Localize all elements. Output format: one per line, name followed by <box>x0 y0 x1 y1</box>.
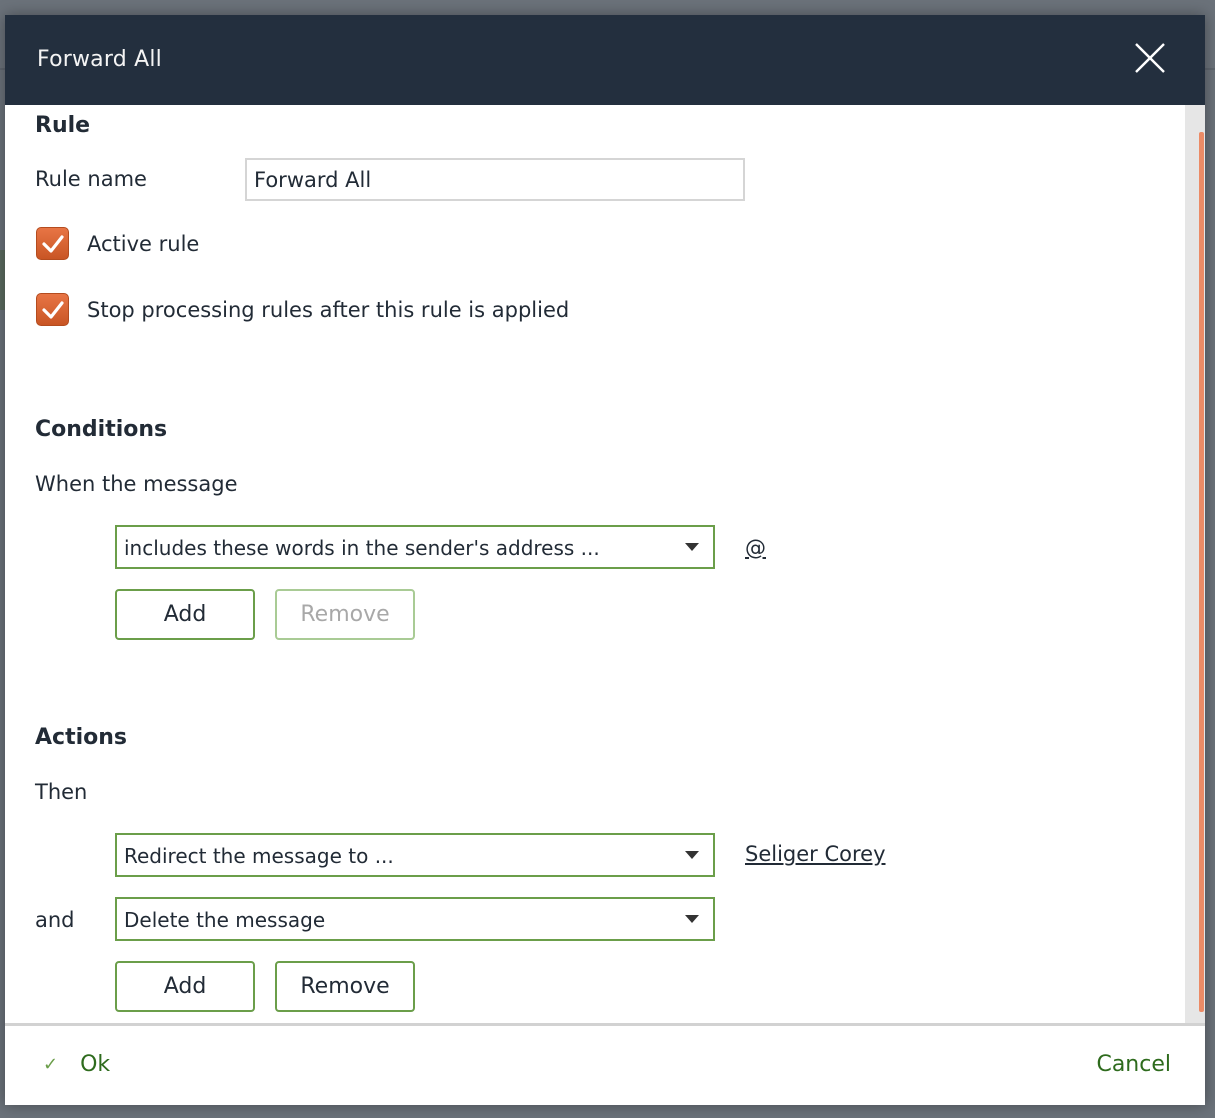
ok-button[interactable]: ✓ Ok <box>43 1052 110 1077</box>
dialog-header: Forward All <box>5 15 1205 105</box>
checkmark-icon <box>42 235 64 253</box>
stop-processing-label: Stop processing rules after this rule is… <box>87 298 570 322</box>
condition-remove-button[interactable]: Remove <box>275 589 415 640</box>
scrollbar-thumb[interactable] <box>1199 132 1204 1012</box>
actions-heading: Actions <box>35 725 127 750</box>
dialog-body: Rule Rule name Active rule Stop processi… <box>5 105 1205 1023</box>
action-select-value: Redirect the message to ... <box>124 844 394 868</box>
action-select-redirect[interactable]: Redirect the message to ... <box>115 833 715 877</box>
check-icon: ✓ <box>43 1054 59 1075</box>
rule-name-input[interactable] <box>245 158 745 201</box>
condition-select[interactable]: includes these words in the sender's add… <box>115 525 715 569</box>
stop-processing-checkbox[interactable] <box>36 293 69 326</box>
chevron-down-icon <box>685 915 699 923</box>
dialog-footer: ✓ Ok Cancel <box>5 1023 1205 1105</box>
rule-name-label: Rule name <box>35 167 147 191</box>
action-select-value: Delete the message <box>124 908 326 932</box>
condition-add-button[interactable]: Add <box>115 589 255 640</box>
actions-intro: Then <box>35 780 88 804</box>
dialog-title: Forward All <box>37 47 162 72</box>
conditions-intro: When the message <box>35 472 238 496</box>
active-rule-checkbox[interactable] <box>36 227 69 260</box>
chevron-down-icon <box>685 851 699 859</box>
condition-select-value: includes these words in the sender's add… <box>124 536 600 560</box>
action-add-button[interactable]: Add <box>115 961 255 1012</box>
chevron-down-icon <box>685 543 699 551</box>
active-rule-label: Active rule <box>87 232 200 256</box>
close-button[interactable] <box>1133 41 1167 75</box>
cancel-button[interactable]: Cancel <box>1096 1052 1171 1077</box>
action-remove-button[interactable]: Remove <box>275 961 415 1012</box>
scrollbar[interactable] <box>1185 105 1205 1023</box>
action-and-label: and <box>35 908 75 932</box>
action-select-delete[interactable]: Delete the message <box>115 897 715 941</box>
rule-dialog: Forward All Rule Rule name Active rule S… <box>5 15 1205 1105</box>
condition-value-link[interactable]: @ <box>745 536 766 560</box>
conditions-heading: Conditions <box>35 417 168 442</box>
redirect-recipient-link[interactable]: Seliger Corey <box>745 842 886 866</box>
checkmark-icon <box>42 301 64 319</box>
rule-heading: Rule <box>35 113 91 138</box>
close-icon <box>1135 43 1165 73</box>
ok-label: Ok <box>80 1052 111 1077</box>
